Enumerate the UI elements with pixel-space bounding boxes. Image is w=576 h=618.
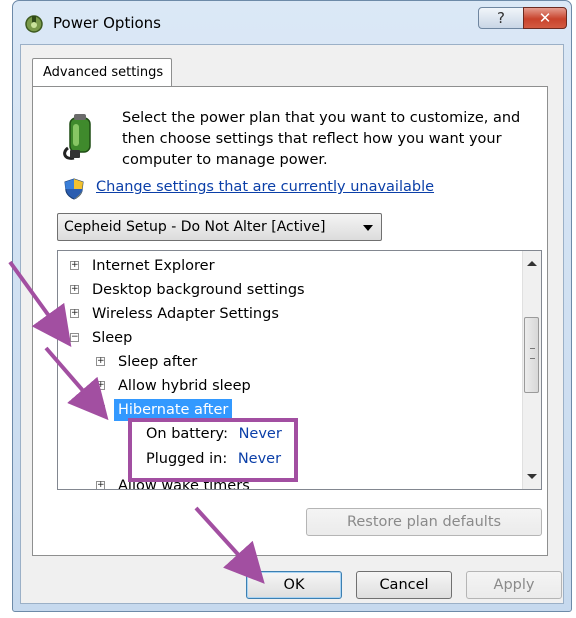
plugged-in-label: Plugged in: bbox=[146, 451, 228, 467]
on-battery-label: On battery: bbox=[146, 426, 228, 442]
tree-item-label-selected: Hibernate after bbox=[114, 399, 233, 421]
chevron-down-icon bbox=[363, 225, 373, 231]
scroll-up-icon[interactable] bbox=[527, 261, 537, 266]
expand-icon[interactable]: + bbox=[70, 309, 79, 318]
collapse-icon[interactable]: − bbox=[96, 405, 105, 414]
plan-select-value: Cepheid Setup - Do Not Alter [Active] bbox=[64, 219, 326, 235]
cancel-button[interactable]: Cancel bbox=[356, 571, 452, 599]
tree-item-label: Allow hybrid sleep bbox=[118, 378, 251, 394]
apply-button[interactable]: Apply bbox=[466, 571, 562, 599]
expand-icon[interactable]: + bbox=[70, 285, 79, 294]
power-plan-select[interactable]: Cepheid Setup - Do Not Alter [Active] bbox=[57, 213, 382, 241]
on-battery-value[interactable]: Never bbox=[239, 426, 282, 442]
tree-item-label: Internet Explorer bbox=[92, 258, 215, 274]
change-settings-link[interactable]: Change settings that are currently unava… bbox=[96, 179, 434, 195]
description-text: Select the power plan that you want to c… bbox=[122, 110, 521, 168]
tree-item-label: Allow wake timers bbox=[118, 478, 250, 490]
scrollbar-thumb[interactable] bbox=[524, 317, 539, 393]
setting-plugged-in[interactable]: Plugged in: Never bbox=[146, 448, 281, 470]
title-bar[interactable]: Power Options ? ✕ bbox=[13, 1, 571, 45]
collapse-icon[interactable]: − bbox=[70, 333, 79, 342]
plugged-in-value[interactable]: Never bbox=[238, 451, 281, 467]
tree-item-label: Sleep bbox=[92, 330, 133, 346]
tree-item-label: Wireless Adapter Settings bbox=[92, 306, 279, 322]
ok-button[interactable]: OK bbox=[246, 571, 342, 599]
window-title: Power Options bbox=[53, 14, 161, 32]
tree-scrollbar[interactable] bbox=[522, 251, 541, 489]
tree-item-label: Desktop background settings bbox=[92, 282, 305, 298]
battery-plug-icon bbox=[63, 114, 91, 160]
help-button[interactable]: ? bbox=[478, 7, 524, 29]
tree-item-label: Sleep after bbox=[118, 354, 198, 370]
setting-on-battery[interactable]: On battery: Never bbox=[146, 423, 282, 445]
expand-icon[interactable]: + bbox=[96, 357, 105, 366]
power-options-icon bbox=[25, 15, 43, 33]
scroll-down-icon[interactable] bbox=[527, 474, 537, 479]
uac-shield-icon bbox=[64, 178, 84, 200]
grip-icon bbox=[530, 348, 535, 359]
expand-icon[interactable]: + bbox=[96, 381, 105, 390]
expand-icon[interactable]: + bbox=[70, 261, 79, 270]
expand-icon[interactable]: + bbox=[96, 481, 105, 489]
restore-plan-defaults-button[interactable]: Restore plan defaults bbox=[306, 508, 542, 536]
settings-tree[interactable]: + Internet Explorer + Desktop background… bbox=[57, 250, 542, 490]
tab-advanced-settings[interactable]: Advanced settings bbox=[32, 58, 172, 86]
close-button[interactable]: ✕ bbox=[523, 7, 567, 29]
